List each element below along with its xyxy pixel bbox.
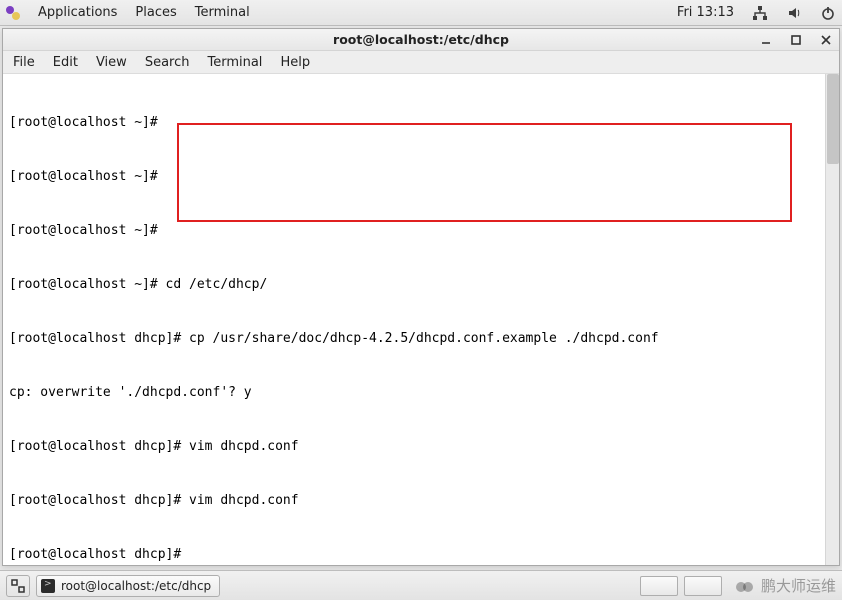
menu-view[interactable]: View — [96, 55, 127, 70]
tray-slot[interactable] — [684, 576, 722, 596]
window-minimize-button[interactable] — [759, 33, 773, 47]
menu-edit[interactable]: Edit — [53, 55, 78, 70]
terminal-line: [root@localhost ~]# — [9, 114, 833, 132]
watermark: 鹏大师运维 — [736, 575, 836, 596]
terminal-launcher[interactable]: Terminal — [195, 5, 250, 20]
menu-file[interactable]: File — [13, 55, 35, 70]
show-desktop-button[interactable] — [6, 575, 30, 597]
taskbar-entry-terminal[interactable]: root@localhost:/etc/dhcp — [36, 575, 220, 597]
window-titlebar[interactable]: root@localhost:/etc/dhcp — [3, 29, 839, 51]
terminal-line: cp: overwrite './dhcpd.conf'? y — [9, 384, 833, 402]
volume-icon[interactable] — [786, 5, 802, 21]
clock[interactable]: Fri 13:13 — [677, 5, 734, 20]
terminal-menubar: File Edit View Search Terminal Help — [3, 51, 839, 74]
gnome-taskbar: root@localhost:/etc/dhcp 鹏大师运维 — [0, 570, 842, 600]
places-menu[interactable]: Places — [135, 5, 176, 20]
menu-search[interactable]: Search — [145, 55, 190, 70]
applications-menu[interactable]: Applications — [38, 5, 117, 20]
window-close-button[interactable] — [819, 33, 833, 47]
taskbar-entry-label: root@localhost:/etc/dhcp — [61, 579, 211, 593]
terminal-line: [root@localhost ~]# cd /etc/dhcp/ — [9, 276, 833, 294]
tray-slot[interactable] — [640, 576, 678, 596]
terminal-line: [root@localhost dhcp]# vim dhcpd.conf — [9, 438, 833, 456]
window-title: root@localhost:/etc/dhcp — [333, 32, 509, 47]
gnome-top-panel: Applications Places Terminal Fri 13:13 — [0, 0, 842, 26]
terminal-line: [root@localhost ~]# — [9, 168, 833, 186]
watermark-text: 鹏大师运维 — [761, 577, 836, 595]
network-icon[interactable] — [752, 5, 768, 21]
menu-terminal[interactable]: Terminal — [207, 55, 262, 70]
power-icon[interactable] — [820, 5, 836, 21]
terminal-line: [root@localhost dhcp]# vim dhcpd.conf — [9, 492, 833, 510]
terminal-window: root@localhost:/etc/dhcp File Edit View … — [2, 28, 840, 566]
terminal-content[interactable]: [root@localhost ~]# [root@localhost ~]# … — [3, 74, 839, 565]
terminal-icon — [41, 579, 55, 593]
window-maximize-button[interactable] — [789, 33, 803, 47]
terminal-scrollbar-thumb[interactable] — [827, 74, 839, 164]
terminal-scrollbar[interactable] — [825, 74, 839, 565]
terminal-line: [root@localhost dhcp]# — [9, 546, 833, 564]
distro-logo-icon — [6, 6, 20, 20]
watermark-logo-icon — [736, 580, 756, 594]
terminal-line: [root@localhost dhcp]# cp /usr/share/doc… — [9, 330, 833, 348]
terminal-line: [root@localhost ~]# — [9, 222, 833, 240]
menu-help[interactable]: Help — [280, 55, 310, 70]
